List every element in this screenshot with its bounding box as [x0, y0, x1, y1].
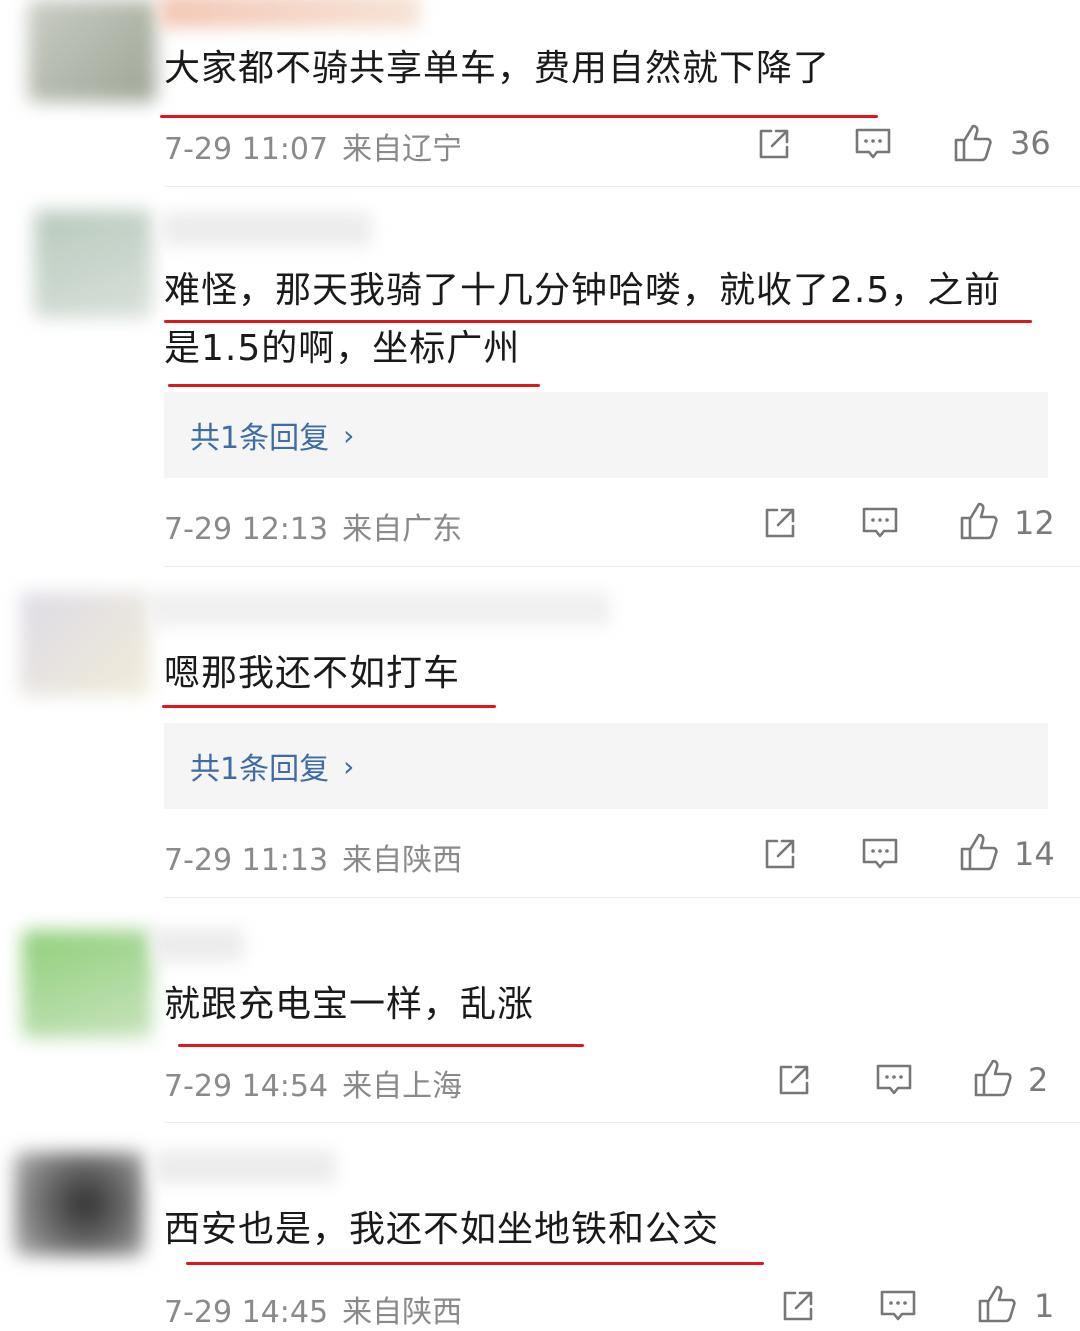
comment-icon[interactable]	[879, 1288, 917, 1324]
comment-time: 7-29 14:45	[164, 1295, 329, 1330]
highlight-underline	[160, 115, 878, 118]
comment-location: 来自辽宁	[342, 132, 463, 167]
replies-link[interactable]: 共1条回复 ›	[164, 392, 1048, 478]
comment-time: 7-29 14:54	[164, 1069, 329, 1104]
thumbs-up-icon[interactable]	[976, 1283, 1018, 1325]
comment-text-line: 大家都不骑共享单车，费用自然就下降了	[164, 48, 831, 89]
comment-meta: 7-29 12:13 来自广东	[164, 504, 462, 548]
share-icon[interactable]	[776, 1062, 812, 1098]
share-icon[interactable]	[762, 836, 798, 872]
comment-meta: 7-29 11:07 来自辽宁	[164, 124, 462, 168]
comment-time: 7-29 12:13	[164, 512, 329, 547]
username-blurred[interactable]	[150, 592, 610, 626]
comment-meta: 7-29 11:13 来自陕西	[164, 835, 462, 879]
avatar[interactable]	[28, 0, 156, 102]
comment-text-line: 难怪，那天我骑了十几分钟哈喽，就收了2.5，之前	[164, 270, 1002, 311]
divider	[164, 566, 1080, 567]
replies-link[interactable]: 共1条回复 ›	[164, 723, 1048, 809]
highlight-underline	[186, 1262, 764, 1265]
highlight-underline	[164, 320, 1032, 323]
comment-location: 来自陕西	[342, 1295, 463, 1330]
chevron-right-icon: ›	[343, 418, 355, 452]
like-count: 36	[1010, 124, 1051, 162]
comment-text: 就跟充电宝一样，乱涨	[164, 976, 1040, 1034]
comment-icon[interactable]	[861, 836, 899, 872]
username-blurred[interactable]	[160, 0, 420, 28]
like-count: 2	[1028, 1061, 1049, 1099]
share-icon[interactable]	[762, 505, 798, 541]
avatar[interactable]	[14, 1152, 144, 1256]
comment-location: 来自广东	[342, 512, 463, 547]
comment-text: 大家都不骑共享单车，费用自然就下降了	[164, 40, 1040, 98]
divider	[164, 1122, 1080, 1123]
username-blurred[interactable]	[152, 928, 244, 962]
like-count: 14	[1014, 835, 1055, 873]
avatar[interactable]	[20, 592, 150, 696]
thumbs-up-icon[interactable]	[958, 831, 1000, 873]
avatar[interactable]	[22, 930, 152, 1038]
comment-meta: 7-29 14:54 来自上海	[164, 1061, 462, 1105]
username-blurred[interactable]	[162, 212, 372, 246]
comment-text-line: 就跟充电宝一样，乱涨	[164, 984, 535, 1025]
comment-icon[interactable]	[875, 1062, 913, 1098]
share-icon[interactable]	[756, 126, 792, 162]
divider	[164, 186, 1080, 187]
comment-meta: 7-29 14:45 来自陕西	[164, 1287, 462, 1331]
comment-time: 7-29 11:07	[164, 132, 329, 167]
username-blurred[interactable]	[154, 1150, 336, 1184]
highlight-underline	[178, 1044, 584, 1047]
thumbs-up-icon[interactable]	[972, 1057, 1014, 1099]
comment-location: 来自上海	[342, 1069, 463, 1104]
divider	[164, 897, 1080, 898]
highlight-underline	[162, 705, 496, 708]
highlight-underline	[168, 384, 540, 387]
comment-icon[interactable]	[854, 126, 892, 162]
replies-count-label: 共1条回复	[190, 421, 330, 456]
like-count: 1	[1034, 1287, 1055, 1325]
chevron-right-icon: ›	[343, 749, 355, 783]
thumbs-up-icon[interactable]	[952, 122, 994, 164]
comment-time: 7-29 11:13	[164, 843, 329, 878]
replies-count-label: 共1条回复	[190, 752, 330, 787]
comment-text: 西安也是，我还不如坐地铁和公交	[164, 1201, 1040, 1259]
comment-text: 嗯那我还不如打车	[164, 645, 1040, 703]
share-icon[interactable]	[780, 1288, 816, 1324]
comment-location: 来自陕西	[342, 843, 463, 878]
comment-text-line: 西安也是，我还不如坐地铁和公交	[164, 1209, 720, 1250]
comment-text-line: 嗯那我还不如打车	[164, 653, 461, 694]
comment-text-line: 是1.5的啊，坐标广州	[164, 328, 521, 369]
avatar[interactable]	[34, 210, 152, 318]
like-count: 12	[1014, 504, 1055, 542]
comment-icon[interactable]	[861, 505, 899, 541]
thumbs-up-icon[interactable]	[958, 500, 1000, 542]
